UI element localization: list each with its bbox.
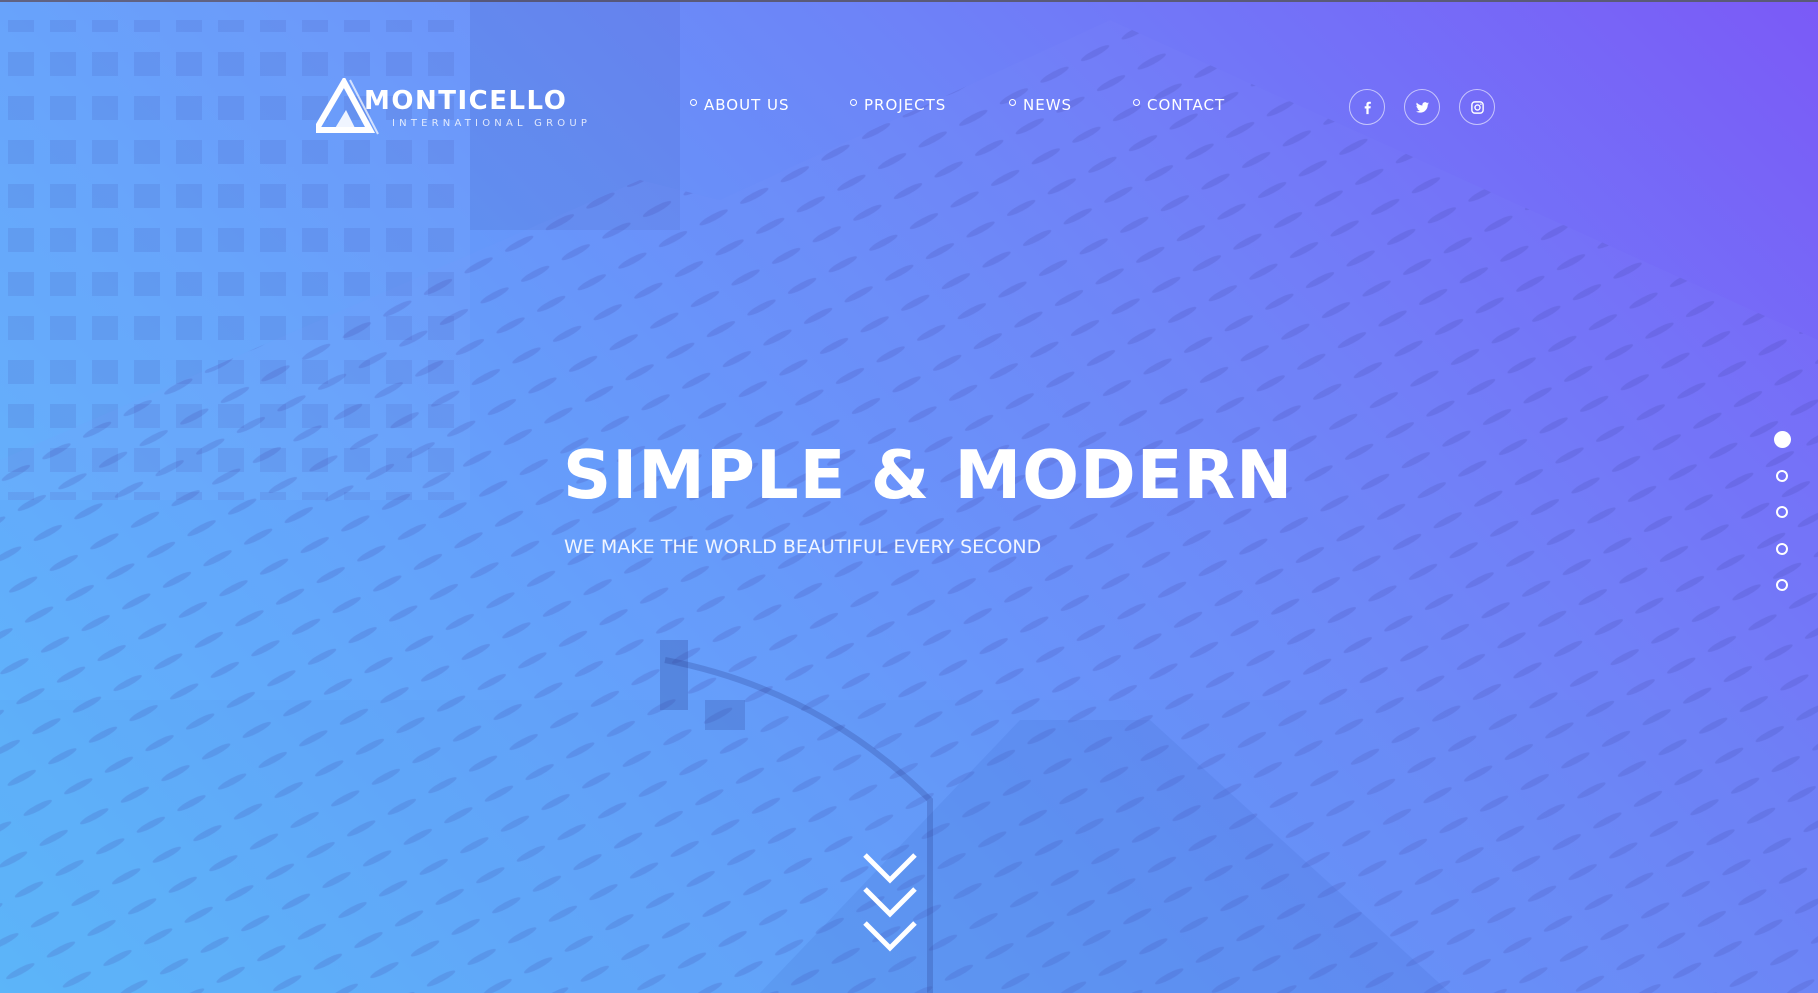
slide-dot-1-active[interactable] [1774, 431, 1791, 448]
hero-section: MONTICELLO INTERNATIONAL GROUP ABOUT US … [0, 0, 1818, 993]
nav-item-label: NEWS [1023, 96, 1073, 114]
circle-bullet-icon [1009, 98, 1016, 106]
nav-item-label: ABOUT US [704, 96, 790, 114]
hero-subtitle: WE MAKE THE WORLD BEAUTIFUL EVERY SECOND [564, 536, 1042, 558]
nav-item-about-us[interactable]: ABOUT US [690, 96, 790, 114]
nav-item-label: PROJECTS [864, 96, 947, 114]
nav-item-contact[interactable]: CONTACT [1133, 96, 1225, 114]
facebook-button[interactable] [1349, 89, 1385, 125]
twitter-icon [1415, 101, 1429, 113]
circle-bullet-icon [1133, 98, 1140, 106]
brand-tagline: INTERNATIONAL GROUP [392, 118, 592, 129]
slide-dot-4[interactable] [1776, 543, 1788, 555]
slide-dot-5[interactable] [1776, 579, 1788, 591]
nav-item-news[interactable]: NEWS [1009, 96, 1072, 114]
instagram-icon [1470, 100, 1484, 114]
nav-item-projects[interactable]: PROJECTS [850, 96, 946, 114]
nav-item-label: CONTACT [1147, 96, 1226, 114]
circle-bullet-icon [690, 98, 697, 106]
slide-dot-2[interactable] [1776, 470, 1788, 482]
facebook-icon [1364, 101, 1371, 114]
circle-bullet-icon [850, 98, 857, 106]
brand-name[interactable]: MONTICELLO [364, 86, 567, 116]
chevrons-down-icon[interactable] [862, 852, 918, 954]
slide-dot-3[interactable] [1776, 506, 1788, 518]
twitter-button[interactable] [1404, 89, 1440, 125]
hero-title: SIMPLE & MODERN [563, 436, 1294, 514]
instagram-button[interactable] [1459, 89, 1495, 125]
